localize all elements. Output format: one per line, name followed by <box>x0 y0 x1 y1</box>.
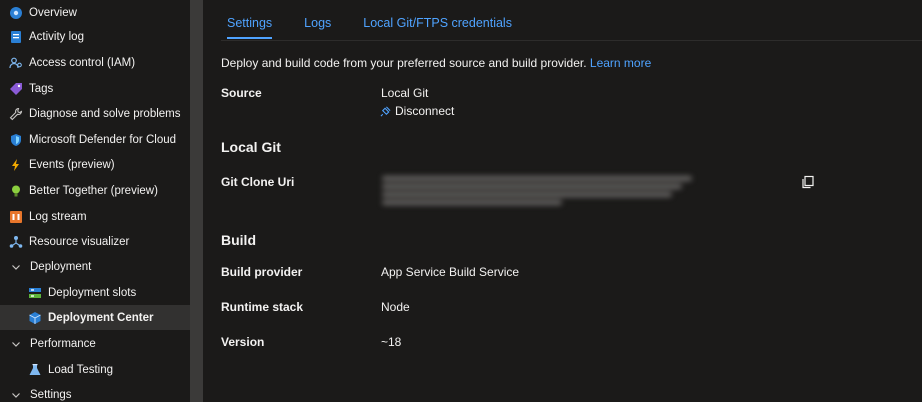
sidebar-item-label: Microsoft Defender for Cloud <box>29 133 177 146</box>
runtime-stack-value: Node <box>381 300 410 314</box>
activity-log-icon <box>9 30 23 44</box>
deployment-center-pane: Settings Logs Local Git/FTPS credentials… <box>203 0 922 402</box>
plug-icon <box>380 106 391 117</box>
sidebar-item-label: Diagnose and solve problems <box>29 107 181 120</box>
version-value: ~18 <box>381 335 402 349</box>
sidebar-item-label: Deployment Center <box>48 311 154 324</box>
tab-logs[interactable]: Logs <box>298 10 336 39</box>
sidebar-item-deployment-center[interactable]: Deployment Center <box>0 305 190 330</box>
sidebar-group-performance[interactable]: Performance <box>0 331 190 356</box>
sidebar-nav: Overview Activity log Access control (IA… <box>0 0 190 402</box>
chevron-down-icon <box>11 390 21 400</box>
build-provider-value: App Service Build Service <box>381 265 520 279</box>
runtime-stack-label: Runtime stack <box>221 300 304 314</box>
sidebar-item-label: Tags <box>29 82 54 95</box>
source-value: Local Git <box>381 86 429 100</box>
wrench-icon <box>9 107 23 121</box>
tag-icon <box>9 82 23 96</box>
sidebar-group-settings[interactable]: Settings <box>0 382 190 402</box>
sidebar-item-label: Load Testing <box>48 363 114 376</box>
log-stream-icon <box>9 210 23 224</box>
sidebar-item-defender[interactable]: Microsoft Defender for Cloud <box>0 127 190 152</box>
git-clone-uri-label: Git Clone Uri <box>221 175 295 189</box>
copy-icon[interactable] <box>801 175 817 191</box>
disconnect-link[interactable]: Disconnect <box>380 104 454 118</box>
sidebar-item-resource-visualizer[interactable]: Resource visualizer <box>0 229 190 254</box>
tab-settings[interactable]: Settings <box>221 10 277 39</box>
build-provider-label: Build provider <box>221 265 303 279</box>
cube-icon <box>28 311 42 325</box>
intro-text: Deploy and build code from your preferre… <box>221 56 651 70</box>
sidebar-item-better-together[interactable]: Better Together (preview) <box>0 178 190 203</box>
sidebar-item-label: Settings <box>30 388 72 401</box>
sidebar-item-label: Better Together (preview) <box>29 184 158 197</box>
sidebar-group-deployment[interactable]: Deployment <box>0 254 190 279</box>
sidebar-item-label: Events (preview) <box>29 158 115 171</box>
version-label: Version <box>221 335 265 349</box>
lightning-icon <box>9 158 23 172</box>
shield-icon <box>9 133 23 147</box>
slots-icon <box>28 286 42 300</box>
learn-more-link[interactable]: Learn more <box>590 56 651 70</box>
network-icon <box>9 235 23 249</box>
sidebar-item-tags[interactable]: Tags <box>0 76 190 101</box>
chevron-down-icon <box>11 339 21 349</box>
sidebar-item-deployment-slots[interactable]: Deployment slots <box>0 280 190 305</box>
sidebar-item-activity-log[interactable]: Activity log <box>0 24 190 49</box>
sidebar-item-overview[interactable]: Overview <box>0 0 190 25</box>
source-label: Source <box>221 86 262 100</box>
local-git-heading: Local Git <box>221 139 281 155</box>
sidebar-item-label: Performance <box>30 337 96 350</box>
tab-credentials[interactable]: Local Git/FTPS credentials <box>357 10 517 39</box>
git-clone-uri-value-redacted <box>380 173 698 209</box>
sidebar-item-label: Overview <box>29 6 77 19</box>
sidebar-item-label: Deployment slots <box>48 286 137 299</box>
pane-splitter[interactable] <box>190 0 203 402</box>
tab-divider <box>221 40 922 41</box>
overview-icon <box>9 6 23 20</box>
sidebar-item-label: Log stream <box>29 210 87 223</box>
sidebar-item-access-control[interactable]: Access control (IAM) <box>0 50 190 75</box>
lightbulb-icon <box>9 184 23 198</box>
sidebar-item-label: Resource visualizer <box>29 235 130 248</box>
sidebar-item-label: Deployment <box>30 260 92 273</box>
intro-description: Deploy and build code from your preferre… <box>221 56 587 70</box>
flask-icon <box>28 363 42 377</box>
sidebar-item-diagnose[interactable]: Diagnose and solve problems <box>0 101 190 126</box>
disconnect-label: Disconnect <box>395 104 455 118</box>
iam-icon <box>9 56 23 70</box>
build-heading: Build <box>221 232 256 248</box>
sidebar-item-load-testing[interactable]: Load Testing <box>0 357 190 382</box>
sidebar-item-log-stream[interactable]: Log stream <box>0 204 190 229</box>
tab-bar: Settings Logs Local Git/FTPS credentials <box>221 10 538 39</box>
sidebar-item-label: Access control (IAM) <box>29 56 136 69</box>
chevron-down-icon <box>11 262 21 272</box>
sidebar-item-label: Activity log <box>29 30 84 43</box>
sidebar-item-events[interactable]: Events (preview) <box>0 152 190 177</box>
